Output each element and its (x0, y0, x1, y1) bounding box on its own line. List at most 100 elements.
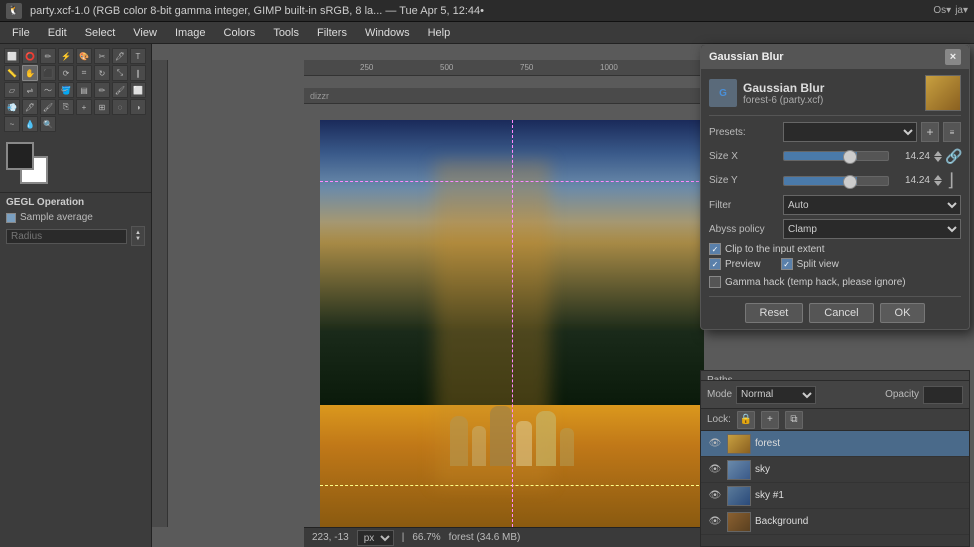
tool-scale[interactable]: ⤡ (112, 65, 128, 81)
tool-select-color[interactable]: 🎨 (76, 48, 92, 64)
layer-eye-sky[interactable]: 👁 (707, 462, 723, 478)
menu-windows[interactable]: Windows (357, 25, 418, 41)
tool-zoom[interactable]: 🔍 (40, 116, 56, 132)
tool-perspective-clone[interactable]: ⊞ (94, 99, 110, 115)
menu-help[interactable]: Help (420, 25, 459, 41)
size-y-spinner[interactable] (933, 171, 943, 191)
tool-dodge[interactable]: ◑ (130, 99, 146, 115)
layer-eye-forest[interactable]: 👁 (707, 436, 723, 452)
tool-eraser[interactable]: ⬜ (130, 82, 146, 98)
reset-button[interactable]: Reset (745, 303, 804, 323)
presets-select[interactable] (783, 122, 917, 142)
menubar: File Edit Select View Image Colors Tools… (0, 22, 974, 44)
layers-panel: Mode Normal Opacity 100.0 Lock: 🔒 + ⧉ 👁 … (700, 380, 970, 547)
tool-paintbrush[interactable]: 🖌 (112, 82, 128, 98)
tool-perspective[interactable]: ▱ (4, 82, 20, 98)
layer-item-background[interactable]: 👁 Background (701, 509, 969, 535)
layer-eye-background[interactable]: 👁 (707, 514, 723, 530)
tool-warp[interactable]: 〜 (40, 82, 56, 98)
size-y-spin-up[interactable] (934, 175, 942, 180)
close-icon: × (950, 51, 956, 63)
menu-image[interactable]: Image (167, 25, 214, 41)
lock-position-button[interactable]: + (761, 411, 779, 429)
tool-flip[interactable]: ⇌ (22, 82, 38, 98)
filter-method-select[interactable]: Auto (783, 195, 961, 215)
tool-ink[interactable]: 🖊 (22, 99, 38, 115)
canvas-wrapper[interactable] (320, 120, 704, 527)
foreground-color-swatch[interactable] (6, 142, 34, 170)
size-y-slider-thumb (843, 175, 857, 189)
size-x-slider[interactable] (783, 151, 889, 161)
tool-shear[interactable]: ∥ (130, 65, 146, 81)
tool-blend[interactable]: ▤ (76, 82, 92, 98)
tool-pencil[interactable]: ✏ (94, 82, 110, 98)
tool-heal[interactable]: + (76, 99, 92, 115)
menu-filters[interactable]: Filters (309, 25, 355, 41)
cancel-button[interactable]: Cancel (809, 303, 873, 323)
size-chain-icon[interactable]: 🔗 (947, 146, 961, 166)
radius-spinner[interactable]: ▲ ▼ (131, 226, 145, 246)
radius-input[interactable] (6, 229, 127, 244)
unit-select[interactable]: px (357, 530, 394, 546)
menu-select[interactable]: Select (77, 25, 124, 41)
size-y-spin-down[interactable] (934, 181, 942, 186)
tool-fuzzy-select[interactable]: ⚡ (58, 48, 74, 64)
tool-text[interactable]: T (130, 48, 146, 64)
tool-paths[interactable]: 🖊 (112, 48, 128, 64)
canvas-image[interactable] (320, 120, 704, 527)
tool-align[interactable]: ⬛ (40, 65, 56, 81)
layer-mode-select[interactable]: Normal (736, 386, 816, 404)
layer-item-sky1[interactable]: 👁 sky #1 (701, 483, 969, 509)
preset-add-button[interactable]: + (921, 122, 939, 142)
filter-title: Gaussian Blur (743, 81, 824, 95)
lang-indicator: ja▾ (955, 5, 968, 16)
lock-pixels-button[interactable]: 🔒 (737, 411, 755, 429)
tool-smudge[interactable]: ~ (4, 116, 20, 132)
size-y-slider[interactable] (783, 176, 889, 186)
abyss-policy-select[interactable]: Clamp (783, 219, 961, 239)
opacity-input[interactable]: 100.0 (923, 386, 963, 404)
size-x-spinner[interactable] (933, 146, 943, 166)
menu-tools[interactable]: Tools (265, 25, 307, 41)
tool-ellipse-select[interactable]: ⭕ (22, 48, 38, 64)
tool-rotate[interactable]: ↻ (94, 65, 110, 81)
tool-colorpicker[interactable]: 💧 (22, 116, 38, 132)
gamma-checkbox[interactable] (709, 276, 721, 288)
menu-edit[interactable]: Edit (40, 25, 75, 41)
lock-all-button[interactable]: ⧉ (785, 411, 803, 429)
tool-clone[interactable]: ⎘ (58, 99, 74, 115)
layer-eye-sky1[interactable]: 👁 (707, 488, 723, 504)
tool-move[interactable]: ✋ (22, 65, 38, 81)
size-x-spin-up[interactable] (934, 151, 942, 156)
tool-mypaints[interactable]: 🖌 (40, 99, 56, 115)
layer-item-sky[interactable]: 👁 sky (701, 457, 969, 483)
ok-button[interactable]: OK (880, 303, 926, 323)
preview-label: Preview (725, 259, 761, 270)
dialog-close-button[interactable]: × (945, 49, 961, 65)
dialog-titlebar[interactable]: Gaussian Blur × (701, 45, 969, 69)
tool-crop[interactable]: ⌗ (76, 65, 92, 81)
tool-airbrush[interactable]: 💨 (4, 99, 20, 115)
sample-average-checkbox[interactable] (6, 213, 16, 223)
tool-transform[interactable]: ⟳ (58, 65, 74, 81)
sample-average-label: Sample average (20, 212, 93, 223)
menu-colors[interactable]: Colors (216, 25, 264, 41)
size-x-label: Size X (709, 151, 779, 162)
radius-spin-down[interactable]: ▼ (135, 236, 141, 242)
splitview-checkbox[interactable] (781, 258, 793, 270)
tool-measure[interactable]: 📏 (4, 65, 20, 81)
tool-bucket[interactable]: 🪣 (58, 82, 74, 98)
tool-rect-select[interactable]: ⬜ (4, 48, 20, 64)
layer-item-forest[interactable]: 👁 forest (701, 431, 969, 457)
preview-checkbox[interactable] (709, 258, 721, 270)
tool-blur[interactable]: ◌ (112, 99, 128, 115)
menu-icon: ≡ (950, 128, 955, 137)
clip-checkbox[interactable] (709, 243, 721, 255)
preset-menu-button[interactable]: ≡ (943, 122, 961, 142)
menu-file[interactable]: File (4, 25, 38, 41)
tool-free-select[interactable]: ✏ (40, 48, 56, 64)
size-x-spin-down[interactable] (934, 157, 942, 162)
ruler-mark-500: 500 (440, 63, 453, 72)
tool-iscissors[interactable]: ✂ (94, 48, 110, 64)
menu-view[interactable]: View (125, 25, 165, 41)
